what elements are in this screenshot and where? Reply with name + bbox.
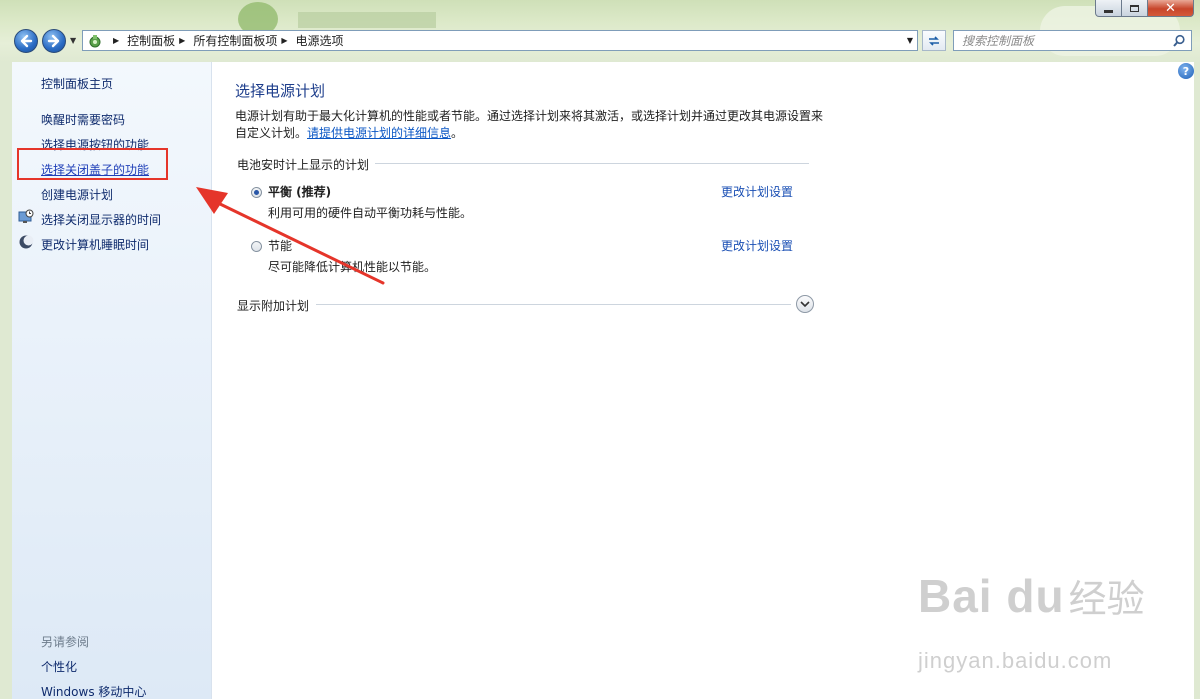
recent-pages-dropdown[interactable]: ▼ — [70, 36, 76, 45]
show-additional-plans-label[interactable]: 显示附加计划 — [237, 297, 309, 314]
sidebar-item-wake-password[interactable]: 唤醒时需要密码 — [41, 111, 125, 128]
plan-description-power-saver: 尽可能降低计算机性能以节能。 — [268, 260, 437, 274]
section-divider — [316, 304, 791, 305]
chevron-down-icon — [800, 301, 810, 308]
breadcrumb-all-items[interactable]: 所有控制面板项 — [193, 32, 277, 49]
refresh-icon — [929, 35, 939, 46]
plan-description-balanced: 利用可用的硬件自动平衡功耗与性能。 — [268, 206, 473, 220]
expand-plans-button[interactable] — [796, 295, 814, 313]
watermark-logo: Bai du — [918, 570, 1065, 622]
sidebar-item-create-plan[interactable]: 创建电源计划 — [41, 186, 113, 203]
see-also-heading: 另请参阅 — [41, 635, 90, 649]
search-icon[interactable] — [1172, 34, 1186, 48]
see-also-personalization[interactable]: 个性化 — [41, 658, 77, 675]
annotation-highlight-box — [17, 148, 168, 180]
section-heading: 电池安时计上显示的计划 — [237, 158, 370, 172]
change-plan-settings-link-balanced[interactable]: 更改计划设置 — [721, 183, 793, 200]
window-frame-left — [0, 62, 12, 699]
moon-icon — [19, 235, 34, 249]
section-divider — [375, 163, 809, 164]
address-bar[interactable]: ▶ 控制面板 ▶ 所有控制面板项 ▶ 电源选项 ▼ — [82, 30, 918, 51]
sidebar-item-display-off[interactable]: 选择关闭显示器的时间 — [41, 211, 161, 228]
window-controls: ✕ — [1095, 0, 1194, 18]
forward-button[interactable] — [42, 29, 66, 53]
address-dropdown-icon[interactable]: ▼ — [907, 36, 913, 45]
plan-radio-balanced[interactable] — [251, 187, 262, 198]
maximize-button[interactable] — [1122, 0, 1148, 17]
background-blur — [298, 12, 436, 28]
breadcrumb-control-panel[interactable]: 控制面板 — [127, 32, 175, 49]
sidebar-item-sleep-time[interactable]: 更改计算机睡眠时间 — [41, 236, 149, 253]
baidu-watermark: Bai du 经验 — [918, 568, 1145, 623]
maximize-icon — [1130, 4, 1139, 12]
help-icon[interactable]: ? — [1178, 63, 1194, 79]
search-box[interactable]: 搜索控制面板 — [953, 30, 1192, 51]
monitor-clock-icon — [18, 209, 34, 223]
refresh-button[interactable] — [922, 30, 946, 51]
plan-name-balanced[interactable]: 平衡 (推荐) — [268, 183, 331, 200]
window-frame-right — [1194, 62, 1200, 699]
breadcrumb-power-options[interactable]: 电源选项 — [296, 32, 344, 49]
see-also-mobility-center[interactable]: Windows 移动中心 — [41, 683, 146, 700]
arrow-left-icon — [20, 34, 33, 48]
breadcrumb-separator: ▶ — [179, 36, 186, 45]
minimize-button[interactable] — [1095, 0, 1122, 17]
plan-details-link[interactable]: 请提供电源计划的详细信息 — [307, 126, 451, 140]
page-title: 选择电源计划 — [235, 82, 326, 100]
plan-radio-power-saver[interactable] — [251, 241, 262, 252]
close-icon: ✕ — [1165, 0, 1176, 16]
control-panel-icon — [87, 33, 103, 49]
watermark-url: jingyan.baidu.com — [918, 648, 1113, 673]
plan-name-power-saver[interactable]: 节能 — [268, 237, 292, 254]
intro-text: 电源计划有助于最大化计算机的性能或者节能。通过选择计划来将其激活，或选择计划并通… — [235, 108, 825, 142]
search-input[interactable]: 搜索控制面板 — [962, 32, 1034, 49]
breadcrumb-separator: ▶ — [281, 36, 288, 45]
arrow-right-icon — [47, 34, 60, 48]
sidebar-item-control-panel-home[interactable]: 控制面板主页 — [41, 75, 113, 92]
change-plan-settings-link-power-saver[interactable]: 更改计划设置 — [721, 237, 793, 254]
back-button[interactable] — [14, 29, 38, 53]
intro-end: 。 — [451, 126, 464, 140]
close-button[interactable]: ✕ — [1148, 0, 1194, 17]
minimize-icon — [1104, 9, 1113, 13]
breadcrumb-separator: ▶ — [113, 36, 120, 45]
watermark-jingyan: 经验 — [1068, 577, 1145, 621]
